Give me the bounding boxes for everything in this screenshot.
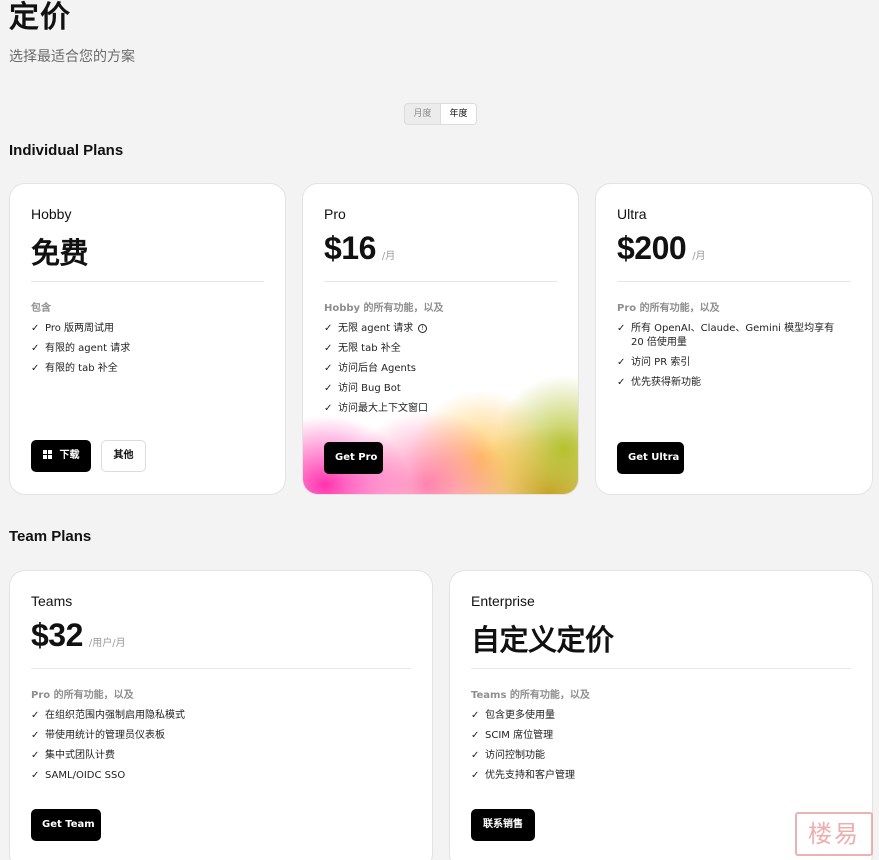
check-icon: ✓ (324, 323, 333, 334)
divider (31, 668, 411, 669)
toggle-monthly[interactable]: 月度 (405, 104, 440, 124)
check-icon: ✓ (31, 750, 40, 761)
check-icon: ✓ (324, 363, 333, 374)
feature-item: ✓ 有限的 agent 请求 (31, 343, 131, 354)
price-unit: /用户/月 (88, 638, 126, 649)
other-downloads-button[interactable]: 其他 (101, 440, 146, 472)
feature-item: ✓ 无限 tab 补全 (324, 343, 401, 354)
feature-item: ✓ 访问 Bug Bot (324, 383, 401, 394)
toggle-yearly[interactable]: 年度 (440, 104, 476, 124)
plan-card-ultra: Ultra $200 /月 Pro 的所有功能，以及 ✓ 所有 OpenAI、Cl… (595, 183, 873, 495)
check-icon: ✓ (617, 323, 626, 334)
feature-item: ✓ 有限的 tab 补全 (31, 363, 118, 374)
plan-card-hobby: Hobby 免费 包含 ✓ Pro 版两周试用 ✓ 有限的 agent 请求 ✓ 有限… (9, 183, 286, 495)
plan-name: Hobby (31, 206, 72, 222)
check-icon: ✓ (31, 363, 40, 374)
divider (31, 281, 264, 282)
feature-item: ✓ SCIM 席位管理 (471, 730, 554, 741)
feature-list: ✓ 在组织范围内强制启用隐私模式 ✓ 带使用统计的管理员仪表板 ✓ 集中式团队计费 ✓… (31, 709, 402, 789)
check-icon: ✓ (31, 770, 40, 781)
plan-name: Pro (324, 206, 346, 222)
plan-price: $32 (31, 617, 83, 653)
feature-list: ✓ 所有 OpenAI、Claude、Gemini 模型均享有 20 倍使用量 ✓… (617, 322, 842, 396)
plan-price: 免费 (31, 236, 89, 270)
check-icon: ✓ (617, 357, 626, 368)
plan-price: 自定义定价 (471, 623, 614, 657)
includes-label: Pro 的所有功能，以及 (31, 690, 134, 701)
includes-label: Pro 的所有功能，以及 (617, 303, 720, 314)
divider (324, 281, 557, 282)
plan-name: Teams (31, 593, 73, 609)
get-pro-button[interactable]: Get Pro (324, 442, 383, 474)
check-icon: ✓ (471, 770, 480, 781)
feature-item: ✓ 访问 PR 索引 (617, 357, 691, 368)
contact-sales-button[interactable]: 联系销售 (471, 809, 535, 841)
feature-item: ✓ 访问控制功能 (471, 750, 545, 761)
plan-name: Ultra (617, 206, 647, 222)
feature-list: ✓ Pro 版两周试用 ✓ 有限的 agent 请求 ✓ 有限的 tab 补全 (31, 322, 255, 382)
feature-item: ✓ 带使用统计的管理员仪表板 (31, 730, 165, 741)
download-button[interactable]: 下载 (31, 440, 91, 472)
feature-item: ✓ 无限 agent 请求! (324, 322, 548, 336)
plan-price: $200 (617, 230, 687, 266)
feature-item: ✓ 包含更多使用量 (471, 710, 555, 721)
plan-card-pro: Pro $16 /月 Hobby 的所有功能，以及 ✓ 无限 agent 请求! … (302, 183, 579, 495)
price-unit: /月 (381, 251, 396, 262)
section-title-individual: Individual Plans (9, 142, 124, 159)
feature-list: ✓ 包含更多使用量 ✓ SCIM 席位管理 ✓ 访问控制功能 ✓ 优先支持和客户管理 (471, 709, 842, 789)
check-icon: ✓ (31, 323, 40, 334)
feature-item: ✓ Pro 版两周试用 (31, 323, 115, 334)
divider (471, 668, 851, 669)
price-unit: /月 (692, 251, 706, 262)
page-subtitle: 选择最适合您的方案 (9, 49, 135, 65)
check-icon: ✓ (31, 730, 40, 741)
check-icon: ✓ (617, 377, 626, 388)
get-ultra-button[interactable]: Get Ultra (617, 442, 684, 474)
feature-item: ✓ 在组织范围内强制启用隐私模式 (31, 710, 185, 721)
feature-item: ✓ 访问后台 Agents (324, 363, 416, 374)
section-title-team: Team Plans (9, 528, 92, 545)
plan-name: Enterprise (471, 593, 535, 609)
check-icon: ✓ (324, 403, 333, 414)
check-icon: ✓ (471, 710, 480, 721)
feature-item: ✓ SAML/OIDC SSO (31, 770, 126, 781)
check-icon: ✓ (471, 730, 480, 741)
includes-label: Teams 的所有功能，以及 (471, 690, 590, 701)
check-icon: ✓ (31, 710, 40, 721)
plan-price: $16 (324, 230, 376, 266)
feature-item: ✓ 集中式团队计费 (31, 750, 115, 761)
page-title: 定价 (9, 0, 71, 35)
check-icon: ✓ (471, 750, 480, 761)
get-team-button[interactable]: Get Team (31, 809, 101, 841)
feature-item: ✓ 优先获得新功能 (617, 377, 701, 388)
includes-label: 包含 (31, 303, 51, 314)
windows-logo-icon (42, 450, 52, 459)
includes-label: Hobby 的所有功能，以及 (324, 303, 444, 314)
check-icon: ✓ (324, 383, 333, 394)
info-circle-icon[interactable]: ! (418, 324, 428, 333)
check-icon: ✓ (31, 343, 40, 354)
divider (617, 281, 851, 282)
plan-card-teams: Teams $32 /用户/月 Pro 的所有功能，以及 ✓ 在组织范围内强制启用… (9, 570, 433, 860)
billing-period-toggle[interactable]: 月度 年度 (404, 103, 477, 125)
feature-item: ✓ 所有 OpenAI、Claude、Gemini 模型均享有 20 倍使用量 (617, 323, 835, 348)
check-icon: ✓ (324, 343, 333, 354)
feature-item: ✓ 访问最大上下文窗口 (324, 403, 428, 414)
feature-item: ✓ 优先支持和客户管理 (471, 770, 575, 781)
feature-list: ✓ 无限 agent 请求! ✓ 无限 tab 补全 ✓ 访问后台 Agents ✓ 访… (324, 322, 548, 422)
watermark-logo: 楼易 (795, 812, 873, 856)
